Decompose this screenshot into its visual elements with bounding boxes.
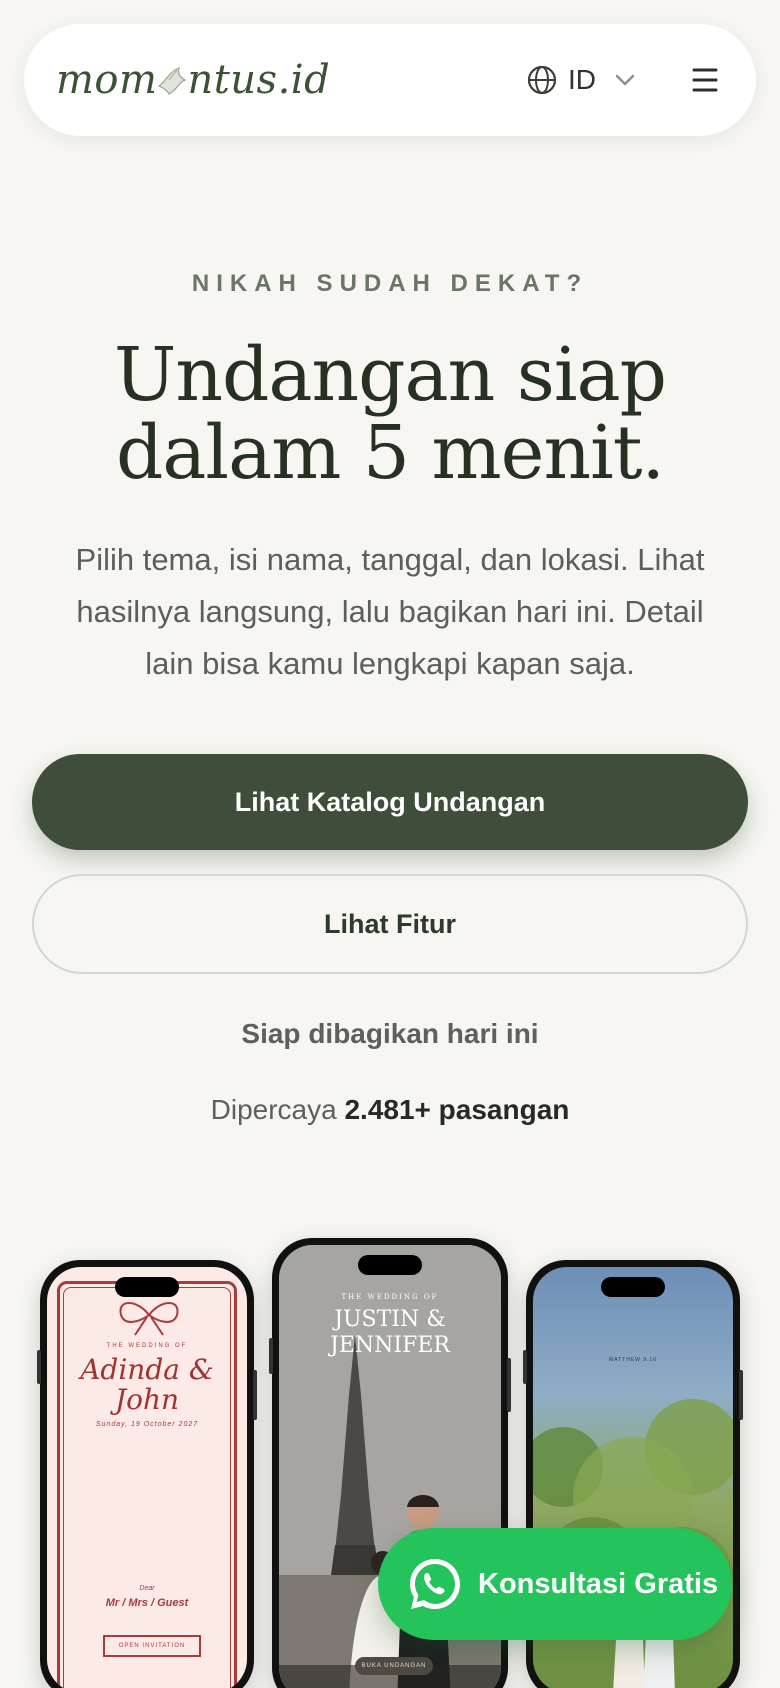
trusted-count: 2.481+ pasangan xyxy=(344,1094,570,1125)
globe-icon xyxy=(527,65,557,95)
site-logo[interactable]: mom ntus.id xyxy=(56,52,330,108)
view-catalog-button[interactable]: Lihat Katalog Undangan xyxy=(32,754,748,850)
quote-author: MATTHEW 9:16 xyxy=(608,1357,658,1363)
invite-name-center-2: JENNIFER xyxy=(330,1333,450,1358)
hero-headline: Undangan siap dalam 5 menit. xyxy=(40,336,740,492)
invite-names-center: JUSTIN & JENNIFER xyxy=(279,1307,501,1359)
dove-icon xyxy=(158,66,188,95)
whatsapp-button-label: Konsultasi Gratis xyxy=(478,1567,719,1600)
ready-to-share-text: Siap dibagikan hari ini xyxy=(241,1018,539,1049)
headline-line-1: Undangan siap xyxy=(114,332,667,418)
headline-line-2: dalam 5 menit. xyxy=(115,410,665,496)
chevron-down-icon xyxy=(615,74,635,86)
invite-caption: THE WEDDING OF xyxy=(106,1343,188,1349)
logo-text-end: ntus.id xyxy=(187,57,331,103)
preview-phone-left[interactable]: THE WEDDING OF Adinda & John Sunday, 19 … xyxy=(37,1260,257,1688)
top-navbar: mom ntus.id ID xyxy=(24,24,756,136)
invite-name-center-1: JUSTIN & xyxy=(334,1307,446,1332)
invite-guest: Mr / Mrs / Guest xyxy=(105,1597,189,1609)
invite-couple-names: Adinda & John xyxy=(47,1355,247,1415)
hero-eyebrow: NIKAH SUDAH DEKAT? xyxy=(191,270,589,297)
invite-name-1: Adinda & xyxy=(80,1353,214,1386)
whatsapp-icon xyxy=(410,1559,460,1609)
view-features-button[interactable]: Lihat Fitur xyxy=(32,874,748,974)
trusted-by-text: Dipercaya 2.481+ pasangan xyxy=(0,1094,780,1126)
whatsapp-consult-button[interactable]: Konsultasi Gratis xyxy=(378,1528,732,1640)
logo-text-start: mom xyxy=(56,57,158,103)
hamburger-menu-icon[interactable] xyxy=(684,62,724,98)
trusted-prefix: Dipercaya xyxy=(210,1094,337,1125)
invite-name-2: John xyxy=(114,1383,180,1416)
language-selector[interactable]: ID xyxy=(526,58,638,102)
language-code: ID xyxy=(568,64,596,95)
invitation-screen-classic: THE WEDDING OF Adinda & John Sunday, 19 … xyxy=(47,1267,247,1688)
invite-caption-center: THE WEDDING OF xyxy=(341,1293,439,1301)
open-invitation-center-button[interactable]: BUKA UNDANGAN xyxy=(355,1657,433,1675)
ribbon-bow-icon xyxy=(119,1302,179,1336)
hero-description: Pilih tema, isi nama, tanggal, dan lokas… xyxy=(75,542,705,681)
invite-dear: Dear xyxy=(139,1585,155,1592)
invite-date: Sunday, 19 October 2027 xyxy=(95,1421,199,1428)
open-invitation-button[interactable]: OPEN INVITATION xyxy=(103,1635,201,1657)
